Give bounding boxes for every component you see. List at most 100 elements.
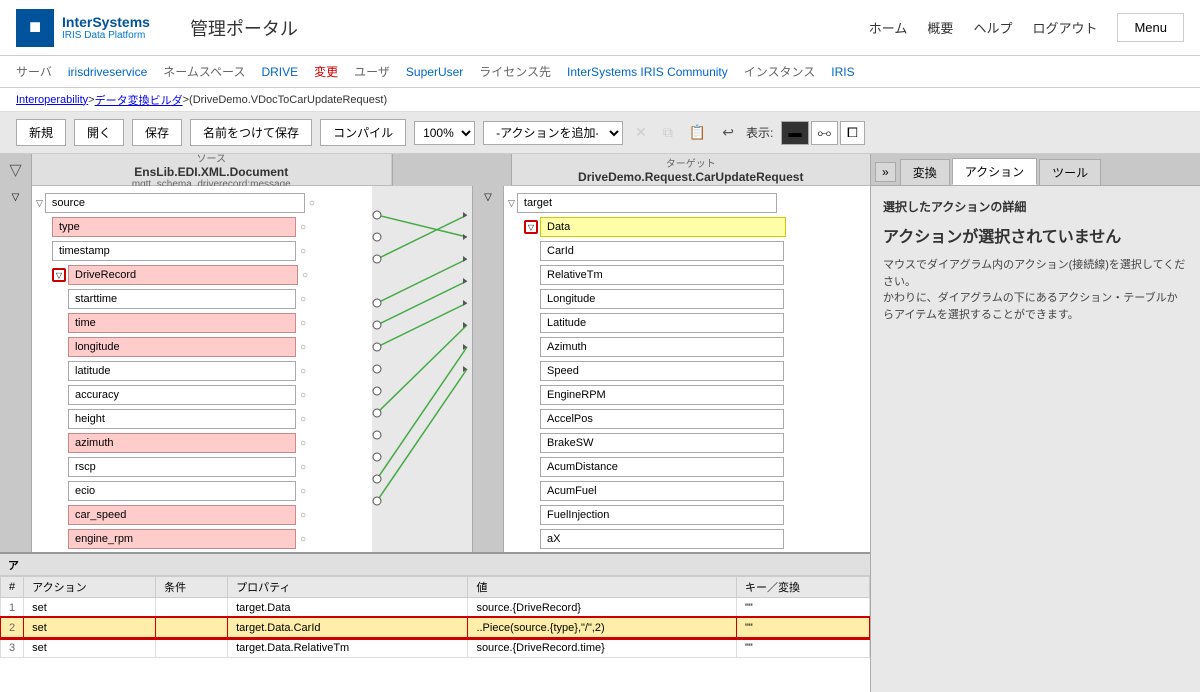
table-header-row: # アクション 条件 プロパティ 値 キー／変換	[1, 577, 870, 598]
target-field-accelpos[interactable]: AccelPos	[540, 409, 784, 429]
tab-action[interactable]: アクション	[952, 158, 1037, 185]
source-field-driverecord[interactable]: DriveRecord	[68, 265, 298, 285]
collapse-target-icon[interactable]: ▽	[484, 192, 492, 203]
target-field-ax[interactable]: aX	[540, 529, 784, 549]
source-class: EnsLib.EDI.XML.Document	[134, 165, 288, 179]
target-field-brakesw[interactable]: BrakeSW	[540, 433, 784, 453]
source-field-rscp[interactable]: rscp	[68, 457, 296, 477]
col-num: #	[1, 577, 24, 598]
table-row[interactable]: 2 set target.Data.CarId ..Piece(source.{…	[1, 618, 870, 638]
source-field-time[interactable]: time	[68, 313, 296, 333]
view-split3[interactable]: ⧠	[840, 121, 865, 145]
list-item: type ○	[52, 216, 368, 238]
target-field-acumdistance[interactable]: AcumDistance	[540, 457, 784, 477]
diagram-fields: ▽ ▽ source ○ type ○ timestamp ○	[0, 186, 870, 552]
user-value[interactable]: SuperUser	[406, 65, 463, 79]
source-field-azimuth[interactable]: azimuth	[68, 433, 296, 453]
source-field-starttime[interactable]: starttime	[68, 289, 296, 309]
panel-toggle-btn[interactable]: »	[875, 162, 896, 182]
source-field-longitude[interactable]: longitude	[68, 337, 296, 357]
source-label: ソース	[197, 154, 227, 165]
subnav: サーバ irisdriveservice ネームスペース DRIVE 変更 ユー…	[0, 56, 1200, 88]
action-cell: set	[24, 638, 156, 658]
list-item: Longitude	[540, 288, 866, 310]
source-field-source[interactable]: source	[45, 193, 305, 213]
list-item: RelativeTm	[540, 264, 866, 286]
view-split2[interactable]: ⧟	[811, 121, 838, 145]
delete-icon[interactable]: ✕	[631, 122, 651, 143]
list-item: Latitude	[540, 312, 866, 334]
server-value[interactable]: irisdriveservice	[68, 65, 147, 79]
nav-overview[interactable]: 概要	[927, 18, 953, 37]
target-field-fuelinjection[interactable]: FuelInjection	[540, 505, 784, 525]
display-label: 表示:	[746, 124, 773, 141]
target-field-carid[interactable]: CarId	[540, 241, 784, 261]
target-field-enginerpm[interactable]: EngineRPM	[540, 385, 784, 405]
data-expand-icon[interactable]: ▽	[524, 220, 538, 234]
open-button[interactable]: 開く	[74, 119, 124, 146]
source-field-accuracy[interactable]: accuracy	[68, 385, 296, 405]
logo-product: IRIS Data Platform	[62, 30, 150, 41]
source-field-type[interactable]: type	[52, 217, 296, 237]
instance-value[interactable]: IRIS	[831, 65, 854, 79]
source-field-latitude[interactable]: latitude	[68, 361, 296, 381]
source-field-engine-rpm[interactable]: engine_rpm	[68, 529, 296, 549]
target-field-target[interactable]: target	[517, 193, 777, 213]
paste-icon[interactable]: 📋	[685, 122, 710, 143]
zoom-select[interactable]: 100%	[414, 121, 475, 145]
panel-description: マウスでダイアグラム内のアクション(接続線)を選択してください。かわりに、ダイア…	[883, 257, 1188, 323]
namespace-value[interactable]: DRIVE	[261, 65, 298, 79]
compile-button[interactable]: コンパイル	[320, 119, 406, 146]
driverecord-expand-icon[interactable]: ▽	[52, 268, 66, 282]
tab-transform[interactable]: 変換	[900, 159, 950, 185]
list-item: rscp ○	[68, 456, 368, 478]
target-field-speed[interactable]: Speed	[540, 361, 784, 381]
table-row[interactable]: 3 set target.Data.RelativeTm source.{Dri…	[1, 638, 870, 658]
license-value[interactable]: InterSystems IRIS Community	[567, 65, 728, 79]
target-field-azimuth[interactable]: Azimuth	[540, 337, 784, 357]
target-class: DriveDemo.Request.CarUpdateRequest	[578, 170, 803, 184]
target-nav: ▽	[472, 186, 504, 552]
diagram-area: ▽ ソース EnsLib.EDI.XML.Document mqtt_schem…	[0, 154, 870, 692]
undo-icon[interactable]: ↩	[718, 122, 738, 143]
expand-collapse-icon[interactable]: ▽	[9, 160, 21, 180]
nav-help[interactable]: ヘルプ	[973, 18, 1012, 37]
target-field-data[interactable]: Data	[540, 217, 786, 237]
target-field-acumfuel[interactable]: AcumFuel	[540, 481, 784, 501]
target-field-relativetm[interactable]: RelativeTm	[540, 265, 784, 285]
copy-icon[interactable]: ⧉	[659, 122, 677, 143]
expand-target-icon[interactable]: ▽	[508, 198, 515, 209]
diagram-header: ▽ ソース EnsLib.EDI.XML.Document mqtt_schem…	[0, 154, 870, 186]
breadcrumb-part3: (DriveDemo.VDocToCarUpdateRequest)	[189, 94, 387, 106]
breadcrumb-part2[interactable]: データ変換ビルダ	[95, 92, 183, 108]
table-row[interactable]: 1 set target.Data source.{DriveRecord} "…	[1, 598, 870, 618]
tab-tool[interactable]: ツール	[1039, 159, 1101, 185]
breadcrumb-part1[interactable]: Interoperability	[16, 94, 88, 106]
view-single[interactable]: ▬	[781, 121, 808, 145]
connector-svg	[372, 186, 472, 552]
change-link[interactable]: 変更	[314, 63, 338, 80]
list-item: latitude ○	[68, 360, 368, 382]
target-label: ターゲット	[666, 155, 716, 170]
source-field-ecio[interactable]: ecio	[68, 481, 296, 501]
nav-home[interactable]: ホーム	[869, 18, 908, 37]
header-nav: ホーム 概要 ヘルプ ログアウト	[869, 18, 1098, 37]
nav-logout[interactable]: ログアウト	[1032, 18, 1097, 37]
expand-source-icon[interactable]: ▽	[36, 198, 43, 209]
target-field-longitude[interactable]: Longitude	[540, 289, 784, 309]
user-label: ユーザ	[354, 63, 390, 80]
list-item: longitude ○	[68, 336, 368, 358]
action-cell: set	[24, 618, 156, 638]
source-field-height[interactable]: height	[68, 409, 296, 429]
source-field-car-speed[interactable]: car_speed	[68, 505, 296, 525]
save-as-button[interactable]: 名前をつけて保存	[190, 119, 312, 146]
save-button[interactable]: 保存	[132, 119, 182, 146]
new-button[interactable]: 新規	[16, 119, 66, 146]
collapse-all-icon[interactable]: ▽	[12, 192, 20, 203]
value-cell: source.{DriveRecord.time}	[468, 638, 737, 658]
page-title: 管理ポータル	[190, 15, 869, 41]
action-select[interactable]: -アクションを追加-	[483, 121, 623, 145]
menu-button[interactable]: Menu	[1117, 13, 1184, 42]
target-field-latitude[interactable]: Latitude	[540, 313, 784, 333]
source-field-timestamp[interactable]: timestamp	[52, 241, 296, 261]
